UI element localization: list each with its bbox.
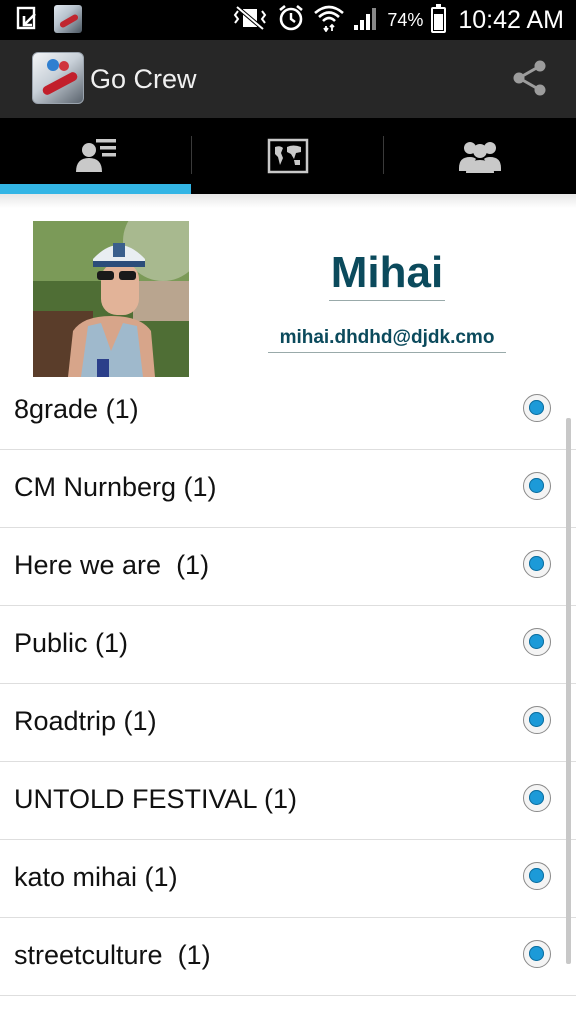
tab-map[interactable]	[192, 118, 384, 194]
alarm-icon	[277, 4, 305, 37]
group-radio-button[interactable]	[523, 940, 551, 968]
group-label: streetculture (1)	[14, 940, 211, 970]
list-item[interactable]: 8grade (1)	[0, 372, 576, 450]
scrollbar[interactable]	[566, 418, 571, 964]
list-item[interactable]: Public (1)	[0, 606, 576, 684]
list-item[interactable]: UNTOLD FESTIVAL (1)	[0, 762, 576, 840]
profile-name: Mihai	[329, 248, 445, 301]
share-icon	[513, 60, 546, 96]
group-radio-button[interactable]	[523, 472, 551, 500]
group-radio-button[interactable]	[523, 862, 551, 890]
tab-group[interactable]	[384, 118, 576, 194]
group-label: UNTOLD FESTIVAL (1)	[14, 784, 298, 814]
wifi-icon	[313, 4, 345, 37]
list-item[interactable]: Roadtrip (1)	[0, 684, 576, 762]
action-bar: Go Crew	[0, 40, 576, 118]
group-list: 8grade (1) CM Nurnberg (1) Here we are (1)…	[0, 372, 576, 996]
profile-email: mihai.dhdhd@djdk.cmo	[268, 326, 506, 353]
group-radio-button[interactable]	[523, 550, 551, 578]
status-bar: 74% 10:42 AM	[0, 0, 576, 40]
vibrate-mute-icon	[231, 4, 269, 36]
group-label: 8grade (1)	[14, 394, 139, 424]
app-notification-icon	[54, 5, 82, 33]
list-item[interactable]: streetculture (1)	[0, 918, 576, 996]
battery-percent: 74%	[387, 9, 424, 30]
app-logo-icon[interactable]	[32, 52, 84, 104]
list-item[interactable]: Here we are (1)	[0, 528, 576, 606]
download-done-icon	[14, 5, 42, 33]
list-item[interactable]: CM Nurnberg (1)	[0, 450, 576, 528]
group-label: kato mihai (1)	[14, 862, 178, 892]
group-label: Roadtrip (1)	[14, 706, 157, 736]
share-button[interactable]	[510, 58, 550, 98]
selected-tab-indicator	[0, 184, 191, 194]
avatar[interactable]	[33, 221, 189, 377]
group-radio-button[interactable]	[523, 628, 551, 656]
list-item[interactable]: kato mihai (1)	[0, 840, 576, 918]
group-label: Here we are (1)	[14, 550, 210, 580]
world-map-icon	[267, 138, 309, 174]
tab-bar	[0, 118, 576, 194]
app-title: Go Crew	[90, 64, 197, 94]
profile-list-icon	[76, 139, 116, 172]
signal-icon	[353, 5, 379, 36]
group-radio-button[interactable]	[523, 784, 551, 812]
group-label: Public (1)	[14, 628, 129, 658]
clock: 10:42 AM	[458, 5, 564, 34]
tab-profile[interactable]	[0, 118, 192, 194]
group-icon	[459, 142, 501, 173]
group-label: CM Nurnberg (1)	[14, 472, 217, 502]
battery-icon	[431, 4, 447, 33]
group-radio-button[interactable]	[523, 706, 551, 734]
group-radio-button[interactable]	[523, 394, 551, 422]
